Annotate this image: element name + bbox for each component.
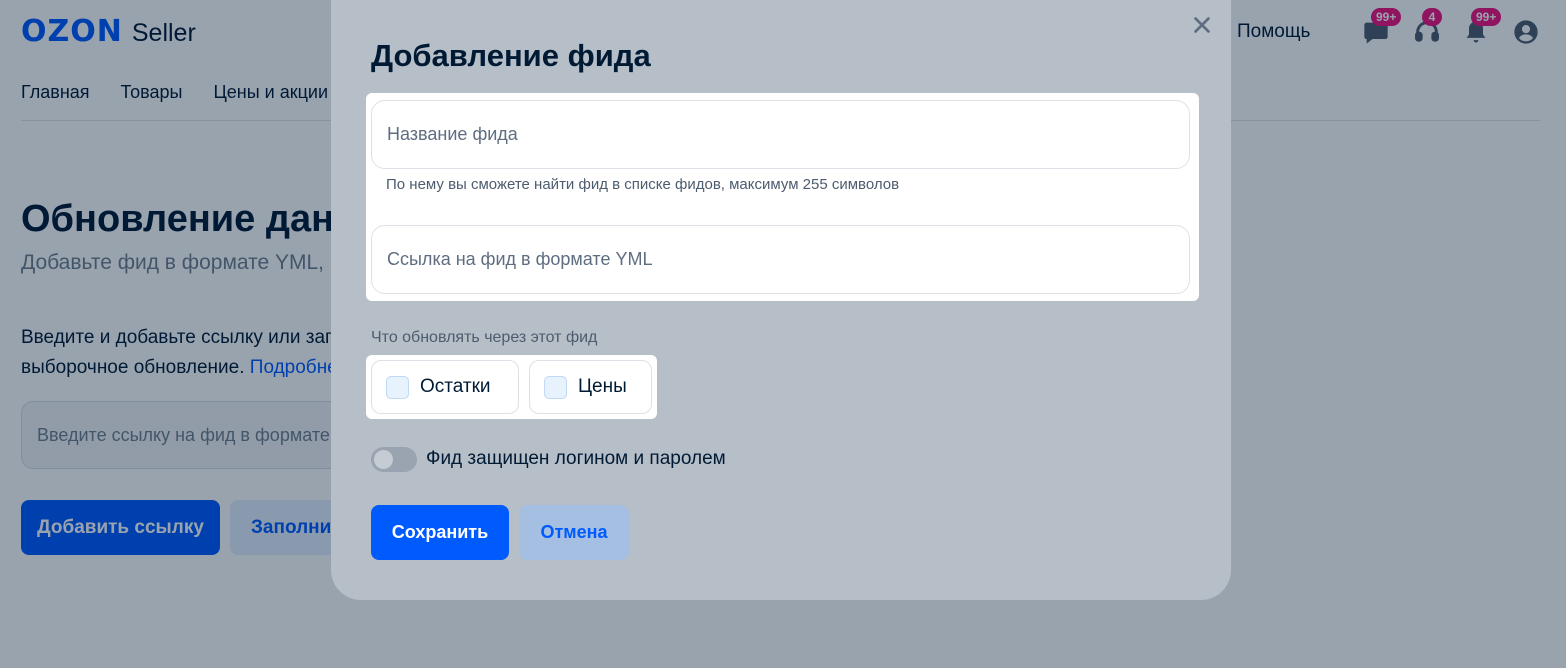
feed-url-input[interactable] bbox=[372, 226, 1189, 293]
feed-name-field[interactable] bbox=[371, 100, 1190, 169]
feed-url-field[interactable] bbox=[371, 225, 1190, 294]
toggle-knob bbox=[374, 450, 393, 469]
login-password-toggle-label: Фид защищен логином и паролем bbox=[426, 448, 726, 469]
update-options-group: Остатки Цены bbox=[366, 355, 657, 419]
add-feed-modal: Добавление фида По нему вы сможете найти… bbox=[331, 0, 1231, 600]
checkbox-prices-box[interactable] bbox=[544, 375, 567, 399]
feed-name-input[interactable] bbox=[372, 101, 1189, 168]
checkbox-stock-box[interactable] bbox=[386, 375, 409, 399]
modal-title: Добавление фида bbox=[371, 38, 651, 73]
feed-fields-group: По нему вы сможете найти фид в списке фи… bbox=[366, 93, 1199, 301]
close-icon[interactable] bbox=[1191, 14, 1213, 36]
login-password-toggle[interactable] bbox=[371, 447, 417, 472]
cancel-button[interactable]: Отмена bbox=[519, 505, 629, 560]
update-section-label: Что обновлять через этот фид bbox=[371, 329, 598, 346]
checkbox-stock[interactable]: Остатки bbox=[371, 360, 519, 414]
checkbox-prices[interactable]: Цены bbox=[529, 360, 652, 414]
checkbox-prices-label: Цены bbox=[578, 376, 627, 397]
feed-name-hint: По нему вы сможете найти фид в списке фи… bbox=[386, 176, 900, 193]
save-button[interactable]: Сохранить bbox=[371, 505, 509, 560]
checkbox-stock-label: Остатки bbox=[420, 376, 491, 397]
